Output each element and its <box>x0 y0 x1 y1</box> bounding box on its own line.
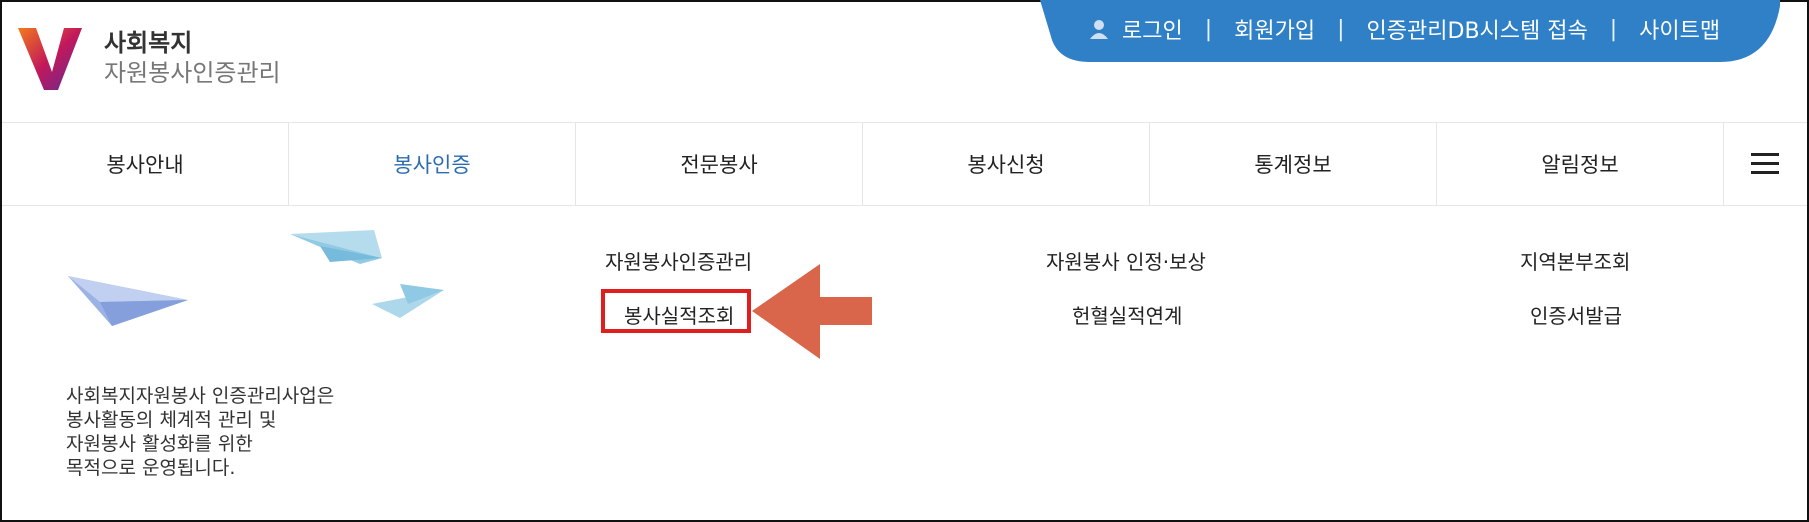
nav-item-guide[interactable]: 봉사안내 <box>2 123 289 205</box>
signup-link[interactable]: 회원가입 <box>1234 13 1315 45</box>
db-system-link[interactable]: 인증관리DB시스템 접속 <box>1367 13 1588 45</box>
description-line: 사회복지자원봉사 인증관리사업은 <box>66 385 335 407</box>
separator: | <box>1204 16 1213 42</box>
description-line: 자원봉사 활성화를 위한 <box>66 433 253 455</box>
login-link[interactable]: 로그인 <box>1122 13 1183 45</box>
user-icon <box>1090 20 1108 39</box>
submenu-item-blood-donation-link[interactable]: 헌혈실적연계 <box>1072 300 1182 329</box>
sitemap-link[interactable]: 사이트맵 <box>1639 13 1720 45</box>
paper-plane-icon <box>290 230 382 264</box>
nav-item-statistics[interactable]: 통계정보 <box>1150 123 1437 205</box>
paper-planes-illustration <box>68 230 444 326</box>
logo-icon[interactable] <box>18 26 82 92</box>
submenu-description: 사회복지자원봉사 인증관리사업은 봉사활동의 체계적 관리 및 자원봉사 활성화… <box>66 384 334 480</box>
main-nav: 봉사안내 봉사인증 전문봉사 봉사신청 통계정보 알림정보 <box>2 122 1807 206</box>
description-line: 봉사활동의 체계적 관리 및 <box>66 409 277 431</box>
paper-plane-icon <box>68 276 188 326</box>
logo-subtitle: 자원봉사인증관리 <box>104 59 281 87</box>
submenu-item-recognition-reward[interactable]: 자원봉사 인정·보상 <box>1046 246 1206 275</box>
hamburger-menu-button[interactable] <box>1724 123 1806 205</box>
hamburger-menu-icon <box>1751 153 1779 174</box>
left-arrow-icon <box>752 264 872 359</box>
submenu-item-certificate-issue[interactable]: 인증서발급 <box>1530 300 1622 329</box>
nav-item-certification[interactable]: 봉사인증 <box>289 123 576 205</box>
nav-item-notice[interactable]: 알림정보 <box>1437 123 1724 205</box>
highlight-box <box>601 289 751 333</box>
logo-title: 사회복지 <box>104 29 193 57</box>
separator: | <box>1337 16 1345 42</box>
nav-item-apply[interactable]: 봉사신청 <box>863 123 1150 205</box>
submenu-item-region-lookup[interactable]: 지역본부조회 <box>1520 246 1630 275</box>
description-line: 목적으로 운영됩니다. <box>66 457 236 479</box>
top-utility-bar: 로그인 | 회원가입 | 인증관리DB시스템 접속 | 사이트맵 <box>1030 0 1780 64</box>
separator: | <box>1609 16 1618 42</box>
submenu-item-volunteer-cert-mgmt[interactable]: 자원봉사인증관리 <box>605 246 752 275</box>
paper-plane-icon <box>372 284 444 318</box>
logo-text[interactable]: 사회복지 자원봉사인증관리 <box>104 28 281 88</box>
nav-item-professional[interactable]: 전문봉사 <box>576 123 863 205</box>
